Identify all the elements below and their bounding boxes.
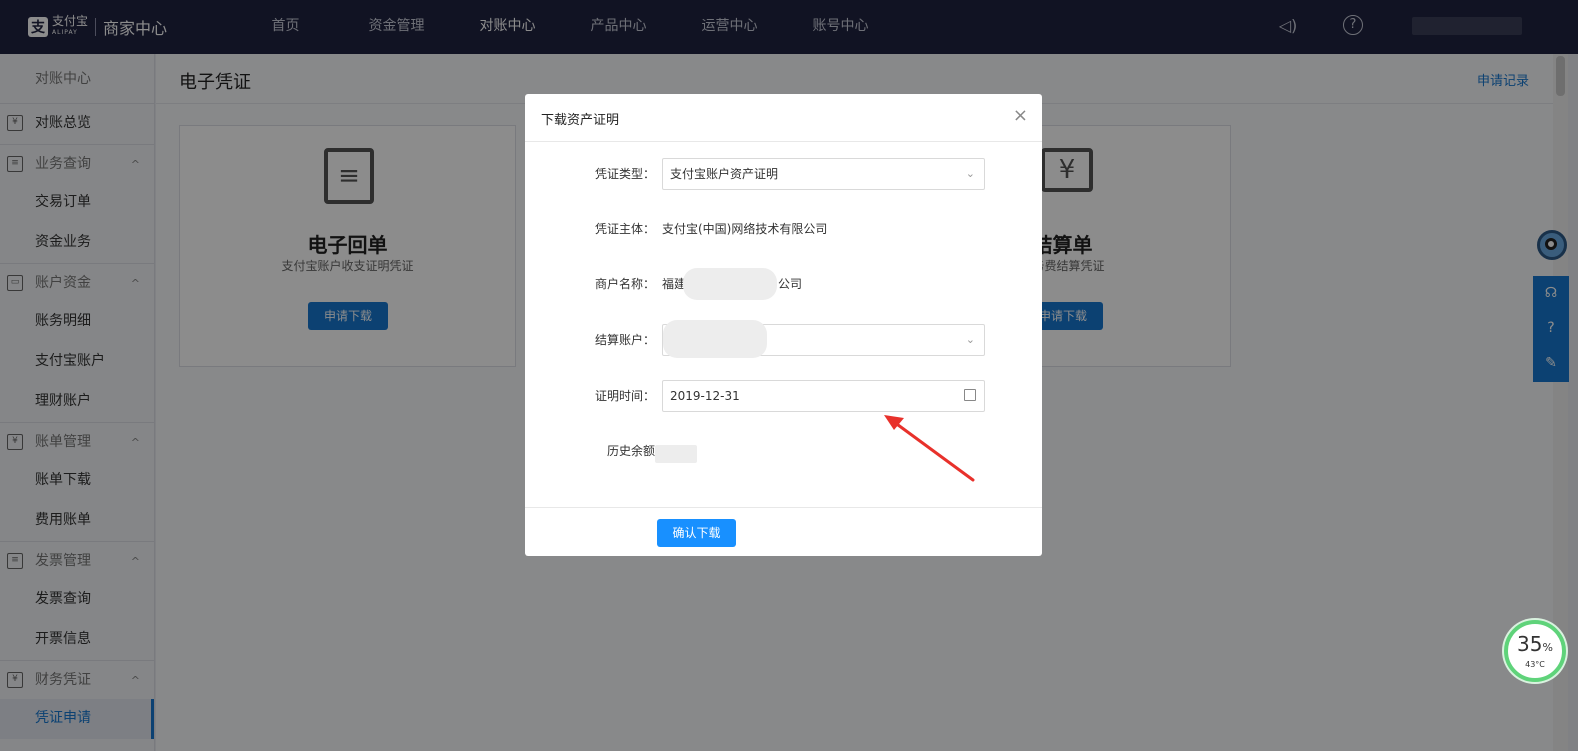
- red-arrow-annotation: [884, 415, 975, 482]
- settlement-account-label: 结算账户：: [594, 333, 655, 347]
- settlement-account-row: 结算账户： ⌄: [525, 320, 1042, 358]
- modal-footer: 确认下载: [525, 507, 1042, 556]
- voucher-type-label: 凭证类型：: [594, 167, 655, 181]
- modal-header: 下载资产证明 ×: [525, 94, 1042, 142]
- proof-date-picker[interactable]: 2019-12-31: [662, 380, 985, 412]
- gauge-percent: 35: [1517, 632, 1543, 656]
- redacted-balance: [655, 445, 697, 463]
- proof-date-value: 2019-12-31: [670, 389, 740, 403]
- voucher-subject-row: 凭证主体： 支付宝(中国)网络技术有限公司: [525, 213, 1042, 245]
- voucher-type-select[interactable]: 支付宝账户资产证明 ⌄: [662, 158, 985, 190]
- gauge-value: 35%: [1508, 632, 1562, 656]
- chevron-down-icon: ⌄: [965, 167, 975, 180]
- voucher-subject-label: 凭证主体：: [594, 222, 655, 236]
- voucher-type-row: 凭证类型： 支付宝账户资产证明 ⌄: [525, 158, 1042, 190]
- confirm-download-button[interactable]: 确认下载: [657, 519, 736, 547]
- merchant-name-suffix: 公司: [778, 277, 803, 291]
- gauge-unit: %: [1542, 641, 1553, 654]
- redacted-merchant-name: [683, 268, 777, 300]
- history-balance-label: 历史余额: [606, 444, 655, 458]
- modal-title: 下载资产证明: [541, 113, 620, 128]
- voucher-type-value: 支付宝账户资产证明: [670, 167, 779, 181]
- merchant-name-row: 商户名称： 福建 公司: [525, 268, 1042, 300]
- close-icon[interactable]: ×: [1013, 105, 1028, 126]
- chevron-down-icon: ⌄: [965, 333, 975, 346]
- download-asset-proof-modal: 下载资产证明 × 凭证类型： 支付宝账户资产证明 ⌄ 凭证主体： 支付宝(中国)…: [525, 94, 1042, 556]
- redacted-account-number: [663, 320, 767, 358]
- proof-date-label: 证明时间：: [594, 389, 655, 403]
- arrow-shaft: [892, 420, 975, 482]
- proof-date-row: 证明时间： 2019-12-31: [525, 380, 1042, 412]
- performance-gauge[interactable]: 35% 43°C: [1504, 620, 1566, 682]
- voucher-subject-value: 支付宝(中国)网络技术有限公司: [662, 222, 828, 236]
- merchant-name-label: 商户名称：: [594, 277, 655, 291]
- calendar-icon: [964, 389, 976, 401]
- gauge-temperature: 43°C: [1525, 660, 1545, 669]
